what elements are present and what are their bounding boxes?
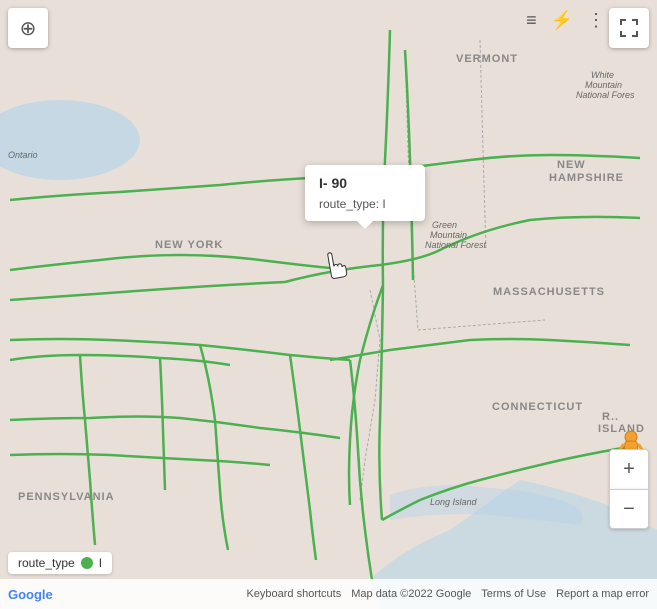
svg-text:National Forest: National Forest	[425, 240, 487, 250]
svg-text:MASSACHUSETTS: MASSACHUSETTS	[493, 286, 605, 298]
more-icon: ⋮	[587, 10, 605, 30]
tooltip-detail-label: route_type:	[319, 197, 379, 211]
map-data-text: Map data ©2022 Google	[351, 588, 471, 600]
legend-value: I	[99, 556, 102, 570]
svg-text:Green: Green	[432, 220, 457, 230]
tooltip-detail-value: I	[382, 197, 385, 211]
legend: route_type I	[8, 552, 112, 574]
filter-button[interactable]: ≡	[522, 6, 541, 35]
tooltip-detail: route_type: I	[319, 197, 411, 211]
keyboard-shortcuts-link[interactable]: Keyboard shortcuts	[246, 588, 341, 600]
zoom-controls: + −	[609, 449, 649, 529]
svg-text:CONNECTICUT: CONNECTICUT	[492, 401, 583, 413]
legend-dot	[81, 557, 93, 569]
lightning-icon: ⚡	[551, 10, 573, 30]
terms-link[interactable]: Terms of Use	[481, 588, 546, 600]
fullscreen-icon	[620, 19, 638, 37]
tooltip-title: I- 90	[319, 175, 411, 191]
svg-text:Mountain: Mountain	[585, 80, 622, 90]
locate-icon: ⊕	[20, 16, 37, 41]
fullscreen-button[interactable]	[609, 8, 649, 48]
bottom-links: Keyboard shortcuts Map data ©2022 Google…	[246, 588, 649, 600]
svg-text:Long Island: Long Island	[430, 497, 478, 507]
zoom-in-button[interactable]: +	[609, 449, 649, 489]
locate-button[interactable]: ⊕	[8, 8, 48, 48]
google-logo: Google	[8, 587, 53, 602]
svg-text:PENNSYLVANIA: PENNSYLVANIA	[18, 491, 115, 503]
bottom-bar: Google Keyboard shortcuts Map data ©2022…	[0, 579, 657, 609]
map-svg: NEW YORK VERMONT NEW HAMPSHIRE MASSACHUS…	[0, 0, 657, 609]
svg-text:R..: R..	[602, 411, 619, 423]
report-link[interactable]: Report a map error	[556, 588, 649, 600]
route-tooltip: I- 90 route_type: I	[305, 165, 425, 221]
more-button[interactable]: ⋮	[583, 6, 609, 35]
svg-text:HAMPSHIRE: HAMPSHIRE	[549, 172, 624, 184]
svg-text:White: White	[591, 70, 614, 80]
top-toolbar: ≡ ⚡ ⋮	[522, 6, 609, 35]
svg-text:VERMONT: VERMONT	[456, 53, 518, 65]
svg-text:Mountain: Mountain	[430, 230, 467, 240]
legend-label: route_type	[18, 556, 75, 570]
map-container: NEW YORK VERMONT NEW HAMPSHIRE MASSACHUS…	[0, 0, 657, 609]
svg-text:Ontario: Ontario	[8, 150, 38, 160]
filter-icon: ≡	[526, 10, 537, 30]
lightning-button[interactable]: ⚡	[547, 6, 577, 35]
svg-text:National Fores: National Fores	[576, 90, 635, 100]
svg-text:NEW: NEW	[557, 159, 586, 171]
zoom-out-button[interactable]: −	[609, 489, 649, 529]
svg-text:NEW YORK: NEW YORK	[155, 239, 223, 251]
